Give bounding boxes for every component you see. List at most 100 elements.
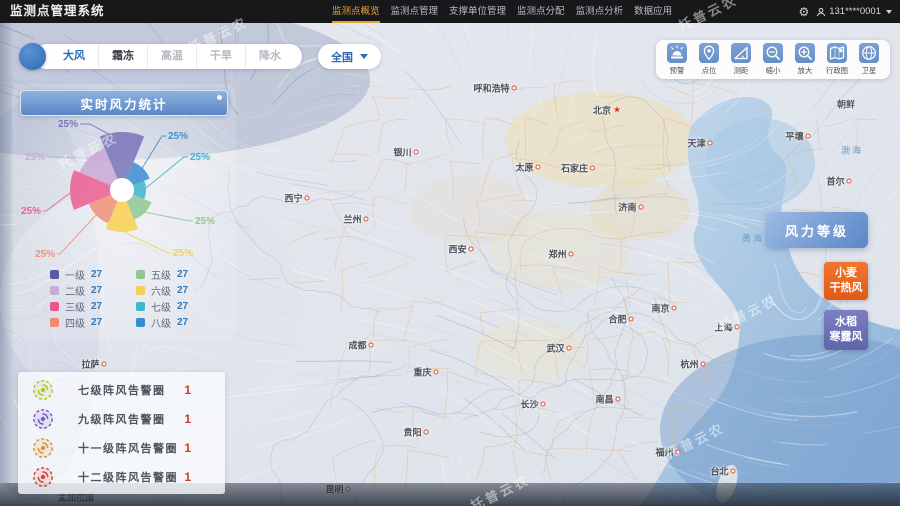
gear-icon[interactable]: ⚙ [798,6,809,18]
map-label-15: 武汉 [546,342,571,355]
siren-icon [667,43,687,63]
map-label-text: 呼和浩特 [473,82,509,95]
map-label-11: 南京 [651,302,676,315]
city-marker-icon [569,252,574,257]
city-marker-icon [369,343,374,348]
map-label-9: 西安 [448,243,473,256]
legend-value: 27 [177,285,188,296]
map-label-2: 天津 [687,137,712,150]
slice-percent-label: 25% [21,206,41,217]
map-label-text: 重庆 [413,366,431,379]
wheat-label-line1: 小麦 [835,266,857,281]
legend-value: 27 [177,301,188,312]
map-label-text: 郑州 [548,248,566,261]
wind-panel-title: 实时风力统计 [20,90,228,116]
nav-item-5[interactable]: 数据应用 [634,0,672,23]
map-label-text: 拉萨 [81,358,99,371]
wind-panel-title-text: 实时风力统计 [80,94,167,113]
gust-warning-icon [32,466,54,488]
map-label-3: 银川 [393,146,418,159]
tool-locate[interactable]: 点位 [695,43,723,76]
legend-row-3: 四级27 [50,314,130,330]
tool-label: 预警 [670,65,685,75]
app-root: 呼和浩特北京★天津银川太原石家庄济南西宁兰州西安郑州南京合肥上海成都武汉杭州拉萨… [0,0,900,506]
map-label-8: 兰州 [343,213,368,226]
map-label-10: 郑州 [548,248,573,261]
tool-zoom-out[interactable]: 缩小 [759,43,787,76]
nav-item-4[interactable]: 监测点分析 [576,0,624,23]
map-label-text: 西宁 [284,192,302,205]
tool-satellite[interactable]: 卫星 [855,43,883,76]
panel-collapse-dot[interactable] [217,95,222,100]
region-selector[interactable]: 全国 [318,44,381,69]
legend-value: 27 [91,317,102,328]
nav-item-1[interactable]: 监测点管理 [391,0,439,23]
nav-item-3[interactable]: 监测点分配 [517,0,565,23]
map-label-text: 太原 [515,161,533,174]
map-label-text: 济南 [618,201,636,214]
hazard-tab-1[interactable]: 霜冻 [98,44,147,69]
city-marker-icon [434,370,439,375]
legend-row-2: 三级27 [50,298,130,314]
city-marker-icon [424,430,429,435]
legend-swatch [136,302,145,311]
globe-icon [859,43,879,63]
alert-row-1[interactable]: 九级阵风告警圈1 [18,406,225,432]
slice-percent-label: 25% [168,131,188,142]
slice-percent-label: 25% [58,119,78,130]
city-marker-icon [469,247,474,252]
wind-level-button[interactable]: 风力等级 [766,212,868,248]
city-marker-icon [629,317,634,322]
city-marker-icon [672,306,677,311]
chevron-down-icon [360,54,368,59]
alert-label: 七级阵风告警圈 [78,382,166,398]
nav-item-2[interactable]: 支撑单位管理 [449,0,506,23]
map-label-text: 南昌 [595,393,613,406]
rice-cold-dew-wind-button[interactable]: 水稻 寒露风 [824,310,868,350]
alert-count: 1 [184,383,191,397]
legend-swatch [50,302,59,311]
user-menu[interactable]: 131****0001 [816,6,892,17]
top-header: 监测点管理系统 监测点概览监测点管理支撑单位管理监测点分配监测点分析数据应用 ⚙… [0,0,900,23]
city-marker-icon [305,196,310,201]
alert-row-0[interactable]: 七级阵风告警圈 1 [18,377,225,403]
map-label-text: 福州 [655,446,673,459]
legend-value: 27 [91,285,102,296]
alert-row-2[interactable]: 十一级阵风告警圈1 [18,435,225,461]
map-label-12: 合肥 [608,313,633,326]
legend-label: 三级 [65,299,91,314]
tool-measure[interactable]: 测距 [727,43,755,76]
gust-warning-icon [32,437,54,459]
map-label-text: 台北 [710,465,728,478]
map-label-16: 杭州 [680,358,705,371]
map-label-text: 银川 [393,146,411,159]
hazard-tab-2[interactable]: 高温 [147,44,196,69]
legend-label: 七级 [151,299,177,314]
tool-admin-map[interactable]: 行政图 [823,43,851,76]
hazard-tab-0[interactable]: 大风 [50,44,98,69]
legend-row-5: 六级27 [136,282,216,298]
map-pin-icon [699,43,719,63]
hazard-logo-circle[interactable] [19,43,46,70]
slice-percent-label: 25% [25,152,45,163]
wheat-dry-hot-wind-button[interactable]: 小麦 干热风 [824,262,868,300]
alert-row-3[interactable]: 十二级阵风告警圈1 [18,464,225,490]
hazard-tab-3[interactable]: 干旱 [196,44,245,69]
legend-swatch [50,270,59,279]
nav-item-0[interactable]: 监测点概览 [332,0,380,23]
legend-value: 27 [177,317,188,328]
map-label-text: 上海 [714,321,732,334]
tool-alert[interactable]: 预警 [663,43,691,76]
hazard-tab-4[interactable]: 降水 [245,44,294,69]
chevron-down-icon [886,10,892,14]
zoom-in-icon [795,43,815,63]
tool-label: 测距 [734,65,749,75]
map-label-text: 渤海 [841,144,863,157]
left-shade [0,23,14,483]
tool-zoom-in[interactable]: 放大 [791,43,819,76]
map-label-text: 西安 [448,243,466,256]
map-label-17: 拉萨 [81,358,106,371]
tool-label: 行政图 [826,65,848,75]
hazard-tabs: 大风霜冻高温干旱降水 [34,44,302,69]
city-marker-icon [536,165,541,170]
